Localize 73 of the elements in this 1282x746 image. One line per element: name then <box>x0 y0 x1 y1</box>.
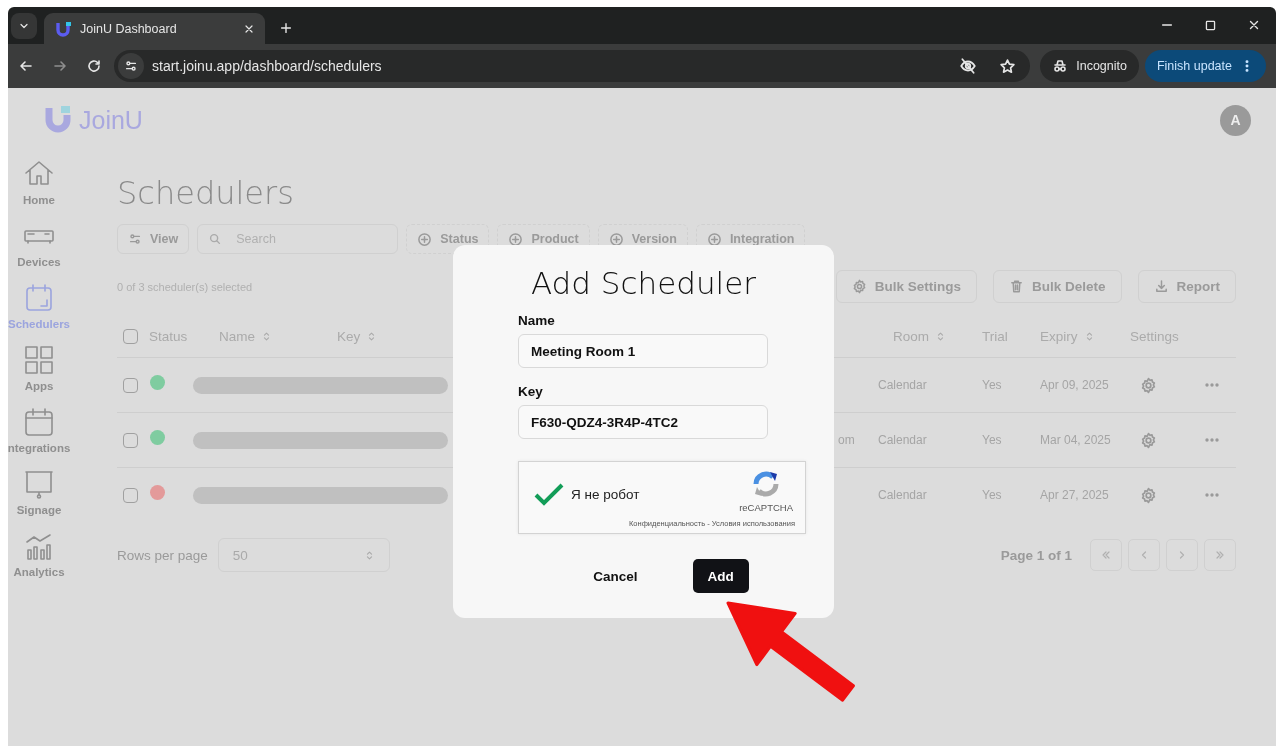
rows-per-page-label: Rows per page <box>117 547 208 563</box>
plus-circle-icon <box>608 231 624 247</box>
download-icon <box>1153 279 1169 294</box>
checkbox[interactable] <box>123 328 138 344</box>
last-page-button[interactable] <box>1204 539 1236 571</box>
address-bar[interactable]: start.joinu.app/dashboard/schedulers <box>114 50 1031 82</box>
close-icon[interactable] <box>1247 18 1261 32</box>
plus-circle-icon <box>417 231 433 247</box>
settings-icon[interactable] <box>1140 486 1157 504</box>
search-icon <box>208 232 223 246</box>
maximize-icon[interactable] <box>1204 19 1217 32</box>
page-indicator: Page 1 of 1 <box>1000 547 1072 563</box>
tab-title: JoinU Dashboard <box>80 21 178 36</box>
forward-arrow-icon[interactable] <box>52 58 68 74</box>
next-page-button[interactable] <box>1166 539 1198 571</box>
update-button[interactable]: Finish update <box>1144 50 1266 82</box>
checkbox[interactable] <box>123 487 138 503</box>
sidebar-item[interactable]: Analytics <box>8 530 70 578</box>
eye-slash-icon[interactable] <box>959 57 978 75</box>
double-chevron-left-icon <box>1100 549 1112 561</box>
sort-icon <box>261 330 272 342</box>
action-button[interactable]: Report <box>1137 270 1236 303</box>
sidebar-item[interactable]: Apps <box>8 344 70 392</box>
sidebar-item[interactable]: Signage <box>8 468 70 516</box>
settings-icon[interactable] <box>1140 431 1157 449</box>
sliders-icon <box>128 232 142 246</box>
incognito-icon <box>1052 58 1069 74</box>
logo-icon <box>45 106 71 134</box>
sidebar-item[interactable]: Devices <box>8 220 70 268</box>
plus-icon[interactable] <box>279 21 293 35</box>
calendar-icon <box>23 406 55 438</box>
back-arrow-icon[interactable] <box>18 58 34 74</box>
browser-tab[interactable]: JoinU Dashboard <box>44 13 265 44</box>
captcha-brand: reCAPTCHA <box>739 502 793 513</box>
settings-icon[interactable] <box>1140 376 1157 394</box>
avatar[interactable]: A <box>1220 104 1251 136</box>
site-settings-icon <box>124 59 138 73</box>
sidebar-item[interactable]: Schedulers <box>8 282 70 330</box>
previous-page-button[interactable] <box>1128 539 1160 571</box>
input-field[interactable]: F630-QDZ4-3R4P-4TC2 <box>518 405 768 439</box>
trash-icon <box>1008 279 1024 294</box>
double-chevron-right-icon <box>1214 549 1226 561</box>
url-text: start.joinu.app/dashboard/schedulers <box>152 58 382 74</box>
cancel-button[interactable]: Cancel <box>578 559 653 593</box>
action-button[interactable]: Bulk Settings <box>835 270 977 303</box>
grid-icon <box>23 344 55 376</box>
page-title: Schedulers <box>117 174 295 212</box>
tab-list-button[interactable] <box>11 13 37 39</box>
sidebar-item[interactable]: Home <box>8 158 70 206</box>
gear-icon <box>851 279 867 294</box>
input-field[interactable]: Meeting Room 1 <box>518 334 768 368</box>
checkbox[interactable] <box>123 377 138 393</box>
star-icon[interactable] <box>999 57 1017 75</box>
plus-circle-icon <box>706 231 722 247</box>
field-label: Key <box>518 384 544 399</box>
logo-icon <box>56 20 72 37</box>
incognito-button[interactable]: Incognito <box>1040 50 1139 82</box>
field-label: Name <box>518 313 556 328</box>
sidebar-item[interactable]: ntegrations <box>8 406 70 454</box>
filter-button[interactable]: Status <box>406 224 490 254</box>
checkmark-icon[interactable] <box>534 482 564 507</box>
dialog-title: Add Scheduler <box>529 265 758 301</box>
view-button[interactable]: View <box>117 224 190 254</box>
add-button[interactable]: Add <box>692 559 749 593</box>
plus-circle-icon <box>508 231 524 247</box>
calendar-icon <box>23 282 55 314</box>
presentation-board-icon <box>23 468 55 500</box>
reload-icon[interactable] <box>86 58 102 74</box>
sort-icon <box>935 330 946 342</box>
action-button[interactable]: Bulk Delete <box>992 270 1122 303</box>
captcha-label: Я не робот <box>571 487 640 502</box>
checkbox[interactable] <box>123 432 138 448</box>
first-page-button[interactable] <box>1090 539 1122 571</box>
